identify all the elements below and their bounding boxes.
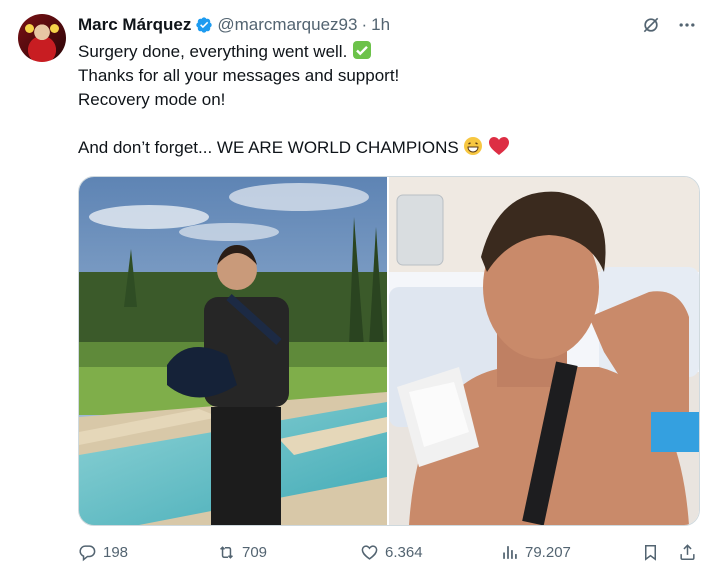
- bookmark-icon: [644, 544, 657, 561]
- views-count: 79.207: [525, 543, 571, 561]
- tweet-top-actions: [640, 14, 698, 36]
- like-count: 6.364: [385, 543, 423, 561]
- author-name[interactable]: Marc Márquez: [78, 15, 191, 35]
- avatar-decor: [25, 24, 34, 33]
- tweet-line: Recovery mode on!: [78, 90, 226, 109]
- red-heart-icon: [489, 137, 510, 155]
- repost-icon: [220, 545, 233, 559]
- share-icon: [680, 543, 695, 560]
- tweet-line: [78, 112, 698, 136]
- like-action[interactable]: 6.364: [360, 543, 423, 562]
- tweet-line: Thanks for all your messages and support…: [78, 66, 400, 85]
- tweet-line-text: Surgery done, everything went well.: [78, 42, 348, 61]
- author-handle[interactable]: @marcmarquez93: [217, 15, 357, 35]
- tweet-line: Surgery done, everything went well.: [78, 40, 698, 64]
- more-icon[interactable]: [676, 14, 698, 36]
- views-action[interactable]: 79.207: [500, 543, 571, 562]
- repost-count: 709: [242, 543, 268, 561]
- photo-hospital[interactable]: [389, 177, 699, 525]
- bookmark-action[interactable]: [641, 543, 660, 562]
- photo-pool[interactable]: [79, 177, 389, 525]
- views-icon: [503, 545, 517, 559]
- tweet-text: Surgery done, everything went well. Than…: [78, 40, 698, 160]
- grok-icon[interactable]: [640, 14, 662, 36]
- heart-icon: [361, 544, 378, 560]
- media-grid: [78, 176, 700, 526]
- tweet-line: And don’t forget... WE ARE WORLD CHAMPIO…: [78, 136, 698, 160]
- tweet-header: Marc Márquez @marcmarquez93 · 1h: [78, 14, 390, 36]
- avatar-decor: [50, 24, 59, 33]
- avatar[interactable]: [18, 14, 66, 62]
- tweet-actions: 198 709 6.364 79.207: [78, 540, 698, 564]
- reply-count: 198: [103, 543, 129, 561]
- timestamp[interactable]: 1h: [371, 15, 390, 35]
- separator-dot: ·: [361, 15, 368, 34]
- repost-action[interactable]: 709: [217, 543, 267, 562]
- share-action[interactable]: [678, 543, 697, 562]
- reply-action[interactable]: 198: [78, 543, 128, 562]
- beaming-face-icon: [464, 137, 483, 155]
- check-mark-button-icon: [353, 41, 372, 59]
- reply-icon: [79, 544, 96, 561]
- tweet-line-text: And don’t forget... WE ARE WORLD CHAMPIO…: [78, 138, 459, 157]
- verified-badge-icon: [196, 17, 213, 33]
